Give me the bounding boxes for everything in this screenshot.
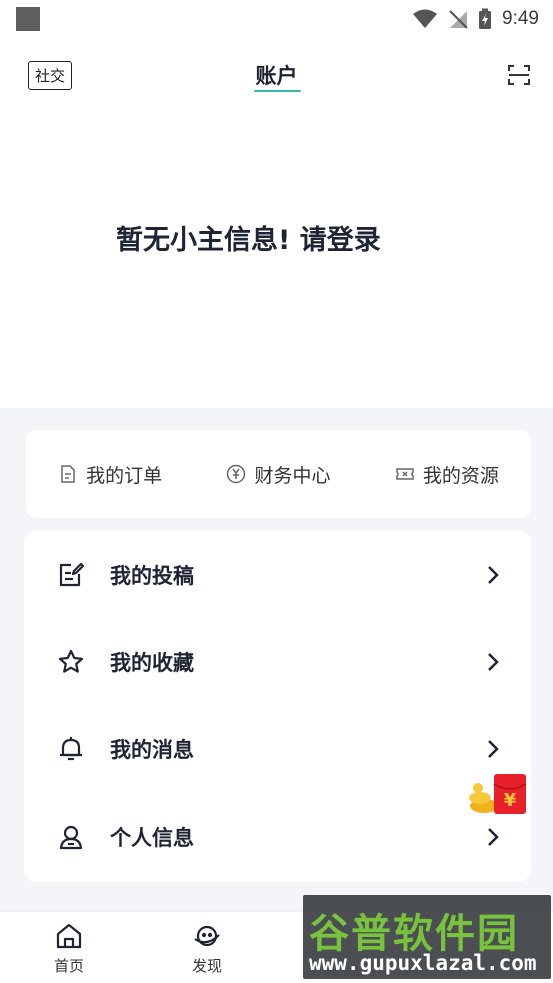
chevron-right-icon — [488, 827, 499, 846]
quick-action-orders[interactable]: 我的订单 — [58, 461, 162, 488]
wifi-icon — [413, 9, 438, 28]
menu-label: 我的投稿 — [110, 563, 194, 588]
ticket-icon — [396, 468, 414, 480]
menu-item-submissions[interactable]: 我的投稿 — [24, 531, 531, 618]
account-content: 我的订单 财务中心 我的资源 我的投稿 我的收藏 我的消息 个人信息 — [0, 408, 553, 911]
nav-label: 发现 — [191, 957, 222, 975]
red-envelope-icon[interactable]: ¥ — [464, 770, 534, 818]
nav-item-home[interactable]: 首页 — [0, 912, 138, 983]
title-underline — [254, 90, 301, 92]
chevron-right-icon — [488, 739, 499, 758]
planet-face-icon — [194, 925, 220, 947]
status-bar: 9:49 — [0, 0, 553, 38]
bell-icon — [60, 736, 82, 760]
battery-charging-icon — [479, 8, 492, 29]
watermark-url: www.gupuxlazal.com — [309, 951, 537, 975]
quick-action-label: 我的订单 — [86, 464, 163, 487]
edit-document-icon — [59, 562, 85, 586]
chevron-right-icon — [488, 565, 499, 584]
quick-action-label: 我的资源 — [422, 464, 499, 487]
quick-action-label: 财务中心 — [254, 464, 331, 487]
menu-label: 我的消息 — [110, 737, 194, 762]
svg-text:¥: ¥ — [504, 790, 517, 811]
header: 社交 账户 — [0, 50, 553, 102]
status-time: 9:49 — [502, 8, 539, 29]
menu-item-favorites[interactable]: 我的收藏 — [24, 618, 531, 705]
yen-coin-icon — [227, 464, 246, 484]
home-icon — [56, 923, 82, 949]
menu-item-messages[interactable]: 我的消息 — [24, 705, 531, 792]
no-signal-icon — [449, 10, 468, 29]
quick-action-finance[interactable]: 财务中心 — [226, 461, 331, 488]
star-icon — [58, 649, 84, 673]
login-prompt[interactable]: 暂无小主信息! 请登录 — [116, 218, 381, 257]
order-document-icon — [61, 465, 75, 483]
chevron-right-icon — [488, 652, 499, 671]
page-title: 账户 — [255, 64, 298, 88]
menu-label: 个人信息 — [110, 825, 194, 850]
status-indicators: 9:49 — [412, 8, 539, 30]
quick-actions-card: 我的订单 财务中心 我的资源 — [26, 430, 531, 518]
nav-label: 首页 — [53, 957, 84, 975]
menu-label: 我的收藏 — [110, 650, 194, 675]
menu-card: 我的投稿 我的收藏 我的消息 个人信息 — [24, 531, 531, 882]
notification-square-icon — [16, 7, 40, 31]
scan-icon[interactable] — [507, 63, 531, 87]
watermark: 谷普软件园 www.gupuxlazal.com — [303, 895, 551, 979]
quick-action-resources[interactable]: 我的资源 — [395, 461, 499, 488]
menu-item-personal-info[interactable]: 个人信息 — [24, 793, 531, 880]
nav-item-discover[interactable]: 发现 — [138, 912, 276, 983]
user-icon — [59, 825, 83, 849]
